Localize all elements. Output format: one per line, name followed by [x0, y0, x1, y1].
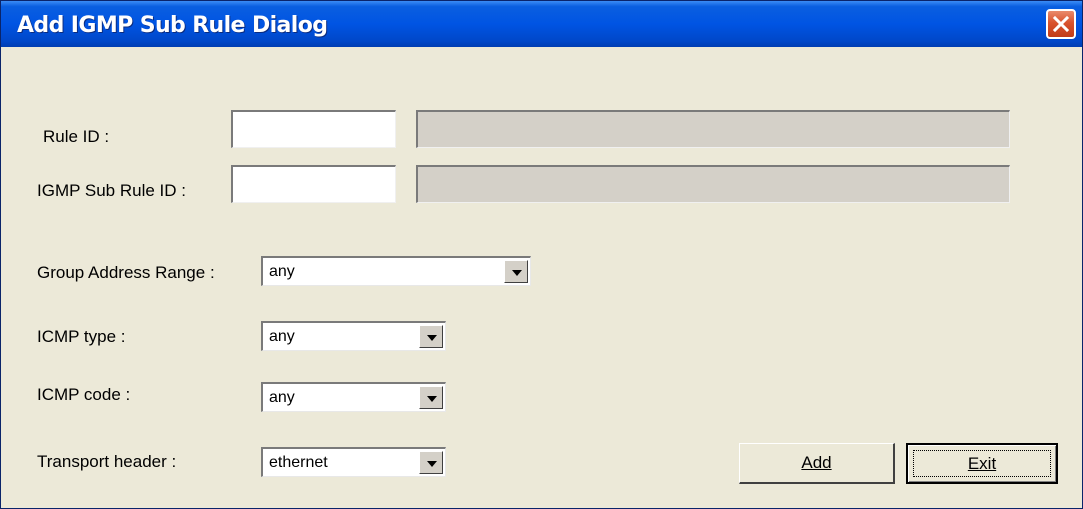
group-address-range-select[interactable]: any — [261, 256, 531, 286]
close-button[interactable] — [1046, 9, 1076, 39]
close-icon — [1052, 15, 1070, 33]
chevron-down-icon[interactable] — [419, 451, 443, 474]
icmp-type-label: ICMP type : — [37, 327, 126, 346]
rule-id-info-field — [416, 110, 1010, 148]
transport-header-label: Transport header : — [37, 452, 177, 471]
icmp-code-value: any — [269, 389, 295, 406]
chevron-down-icon[interactable] — [504, 260, 528, 283]
chevron-down-icon[interactable] — [419, 325, 443, 348]
dialog-window: Add IGMP Sub Rule Dialog Rule ID : IGMP … — [0, 0, 1083, 509]
dialog-title: Add IGMP Sub Rule Dialog — [17, 13, 328, 38]
transport-header-select[interactable]: ethernet — [261, 447, 446, 477]
group-address-range-value: any — [269, 263, 295, 280]
icmp-type-value: any — [269, 328, 295, 345]
sub-rule-id-info-field — [416, 165, 1010, 203]
title-bar[interactable]: Add IGMP Sub Rule Dialog — [1, 1, 1082, 47]
transport-header-value: ethernet — [269, 454, 328, 471]
exit-button[interactable]: Exit — [906, 443, 1058, 484]
rule-id-label: Rule ID : — [43, 127, 110, 146]
icmp-type-select[interactable]: any — [261, 321, 446, 351]
sub-rule-id-input[interactable] — [231, 165, 396, 203]
group-address-range-label: Group Address Range : — [37, 263, 215, 282]
chevron-down-icon[interactable] — [419, 386, 443, 409]
icmp-code-label: ICMP code : — [37, 385, 131, 404]
sub-rule-id-label: IGMP Sub Rule ID : — [37, 181, 186, 200]
rule-id-input[interactable] — [231, 110, 396, 148]
add-button[interactable]: Add — [739, 443, 895, 484]
icmp-code-select[interactable]: any — [261, 382, 446, 412]
